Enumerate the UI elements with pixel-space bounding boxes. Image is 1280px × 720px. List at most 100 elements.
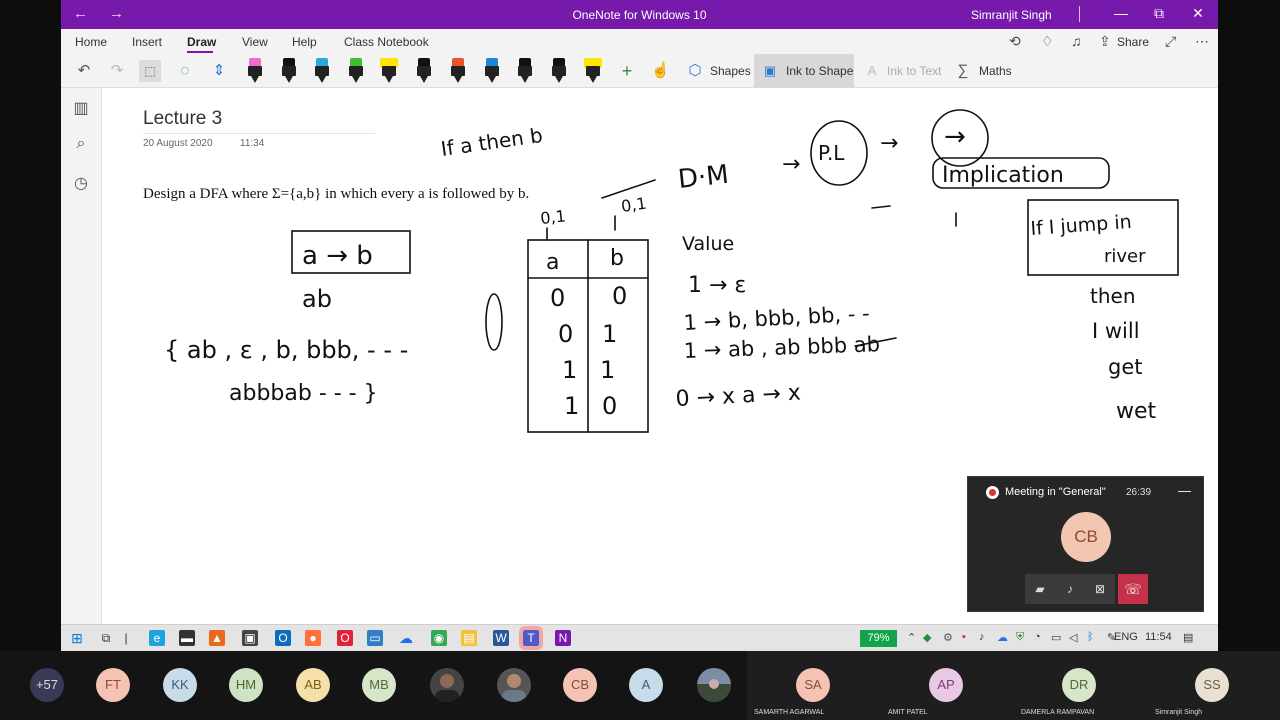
chrome-icon[interactable]: ◉ bbox=[431, 630, 447, 646]
start-windows-icon[interactable]: ⊞ bbox=[69, 630, 85, 646]
undo-icon[interactable]: ↶ bbox=[75, 60, 93, 82]
battery-indicator[interactable]: 79% bbox=[860, 630, 897, 647]
pen-icon[interactable] bbox=[450, 58, 466, 84]
tab-class-notebook[interactable]: Class Notebook bbox=[344, 35, 429, 49]
more-participants-badge[interactable]: +57 bbox=[30, 668, 64, 702]
outlook-icon[interactable]: O bbox=[275, 630, 291, 646]
ink-to-text-button[interactable]: Ink to Text bbox=[887, 64, 941, 78]
onedrive-cloud-icon[interactable]: ☁ bbox=[398, 630, 414, 646]
tray-app-icon[interactable]: ◆ bbox=[923, 631, 931, 644]
participant-avatar[interactable]: DR bbox=[1062, 668, 1096, 702]
meeting-timer: 26:39 bbox=[1126, 487, 1152, 498]
pen-icon[interactable] bbox=[314, 58, 330, 84]
participant-avatar[interactable]: MB bbox=[362, 668, 396, 702]
highlighter-pen-icon[interactable] bbox=[380, 58, 398, 84]
share-button[interactable]: Share bbox=[1117, 35, 1149, 49]
word-icon[interactable]: W bbox=[493, 630, 509, 646]
tray-cloud-icon[interactable]: ☁ bbox=[997, 631, 1008, 644]
terminal-icon[interactable]: ▬ bbox=[179, 630, 195, 646]
more-options-icon[interactable]: ⋯ bbox=[1195, 33, 1209, 50]
onenote-icon[interactable]: N bbox=[555, 630, 571, 646]
pen-icon[interactable] bbox=[517, 58, 533, 84]
lightbulb-icon[interactable]: ♢ bbox=[1041, 33, 1054, 50]
shapes-button[interactable]: Shapes bbox=[710, 64, 751, 78]
notebooks-icon[interactable]: ▥ bbox=[71, 98, 91, 118]
maths-icon: ∑ bbox=[957, 62, 969, 79]
touch-draw-icon[interactable]: ☝ bbox=[651, 60, 670, 82]
participant-avatar[interactable]: AB bbox=[296, 668, 330, 702]
pen-icon[interactable] bbox=[551, 58, 567, 84]
camera-off-icon[interactable]: ▰ bbox=[1029, 578, 1051, 600]
store-icon[interactable]: ▣ bbox=[242, 630, 258, 646]
action-center-icon[interactable]: ▤ bbox=[1183, 631, 1193, 644]
participant-avatar[interactable]: AP bbox=[929, 668, 963, 702]
type-select-icon[interactable]: ⬚ bbox=[139, 60, 161, 82]
microphone-icon[interactable]: ♪ bbox=[1059, 578, 1081, 600]
insert-space-icon[interactable]: ⇕ bbox=[210, 60, 228, 82]
tray-alert-icon[interactable]: ▪ bbox=[962, 631, 966, 643]
wifi-icon[interactable]: ◔ bbox=[1034, 631, 1041, 643]
participant-photo[interactable] bbox=[430, 668, 464, 702]
lasso-select-icon[interactable]: ◌ bbox=[176, 60, 194, 82]
redo-icon[interactable]: ↷ bbox=[108, 60, 126, 82]
restore-icon[interactable]: ⧉ bbox=[1149, 5, 1169, 22]
task-view-icon[interactable]: ⧉ bbox=[98, 630, 114, 646]
bluetooth-icon[interactable]: ᛒ bbox=[1087, 631, 1094, 643]
meeting-minimize-button[interactable]: — bbox=[1178, 483, 1191, 498]
participant-avatar[interactable]: KK bbox=[163, 668, 197, 702]
participant-photo[interactable] bbox=[497, 668, 531, 702]
left-nav-rail: ▥ ⌕ ◷ bbox=[61, 88, 102, 651]
hang-up-button[interactable]: ☏ bbox=[1118, 574, 1148, 604]
value-line-3-ink: 1 → ab , ab bbb ab bbox=[683, 332, 880, 363]
participant-avatar[interactable]: CB bbox=[563, 668, 597, 702]
tray-microphone-icon[interactable]: ♪ bbox=[979, 631, 985, 643]
share-screen-icon[interactable]: ⊠ bbox=[1089, 578, 1111, 600]
tab-draw[interactable]: Draw bbox=[187, 35, 216, 49]
clock[interactable]: 11:54 bbox=[1145, 631, 1172, 643]
pen-icon[interactable] bbox=[247, 58, 263, 84]
participant-avatar[interactable]: HM bbox=[229, 668, 263, 702]
opera-icon[interactable]: O bbox=[337, 630, 353, 646]
recent-clock-icon[interactable]: ◷ bbox=[71, 173, 91, 193]
pen-icon[interactable] bbox=[484, 58, 500, 84]
search-icon[interactable]: ⌕ bbox=[71, 135, 91, 153]
tab-home[interactable]: Home bbox=[75, 35, 107, 49]
sync-icon[interactable]: ⟲ bbox=[1009, 33, 1021, 50]
vlc-icon[interactable]: ▲ bbox=[209, 630, 225, 646]
user-name[interactable]: Simranjit Singh bbox=[971, 8, 1052, 22]
add-pen-icon[interactable]: + bbox=[618, 60, 636, 82]
bell-icon[interactable]: ♫ bbox=[1071, 33, 1082, 49]
pen-icon[interactable] bbox=[281, 58, 297, 84]
expand-icon[interactable]: ⤢ bbox=[1165, 33, 1176, 50]
power-icon[interactable]: ▭ bbox=[1051, 631, 1061, 644]
participant-name: AMIT PATEL bbox=[888, 709, 928, 716]
participant-avatar[interactable]: SS bbox=[1195, 668, 1229, 702]
participant-photo[interactable] bbox=[697, 668, 731, 702]
display-icon[interactable]: ▭ bbox=[367, 630, 383, 646]
pen-icon[interactable] bbox=[348, 58, 364, 84]
ink-to-text-icon: A bbox=[867, 63, 877, 78]
firefox-icon[interactable]: ● bbox=[305, 630, 321, 646]
participant-avatar[interactable]: FT bbox=[96, 668, 130, 702]
tab-insert[interactable]: Insert bbox=[132, 35, 162, 49]
maths-button[interactable]: Maths bbox=[979, 64, 1012, 78]
tab-view[interactable]: View bbox=[242, 35, 268, 49]
tray-defender-icon[interactable]: ⛨ bbox=[1016, 631, 1024, 644]
tray-chevron-icon[interactable]: ⌃ bbox=[907, 631, 916, 644]
teams-icon[interactable]: T bbox=[519, 626, 543, 650]
meeting-popup[interactable]: Meeting in "General" 26:39 — CB ▰ ♪ ⊠ ☏ bbox=[967, 476, 1204, 612]
tray-settings-icon[interactable]: ⚙ bbox=[943, 631, 953, 644]
highlighter-pen-icon[interactable] bbox=[584, 58, 602, 84]
volume-icon[interactable]: ◁ bbox=[1069, 631, 1077, 644]
close-icon[interactable]: ✕ bbox=[1188, 5, 1208, 22]
ink-to-shape-button[interactable]: ▣ Ink to Shape bbox=[754, 54, 854, 88]
tab-help[interactable]: Help bbox=[292, 35, 317, 49]
file-explorer-icon[interactable]: ▤ bbox=[461, 630, 477, 646]
participant-avatar[interactable]: A bbox=[629, 668, 663, 702]
language-indicator[interactable]: ENG bbox=[1114, 631, 1138, 643]
participant-avatar[interactable]: SA bbox=[796, 668, 830, 702]
minimize-icon[interactable]: — bbox=[1111, 5, 1131, 21]
edge-icon[interactable]: e bbox=[149, 630, 165, 646]
pen-icon[interactable] bbox=[416, 58, 432, 84]
table-top-label-b-ink: 0,1 bbox=[620, 194, 648, 216]
